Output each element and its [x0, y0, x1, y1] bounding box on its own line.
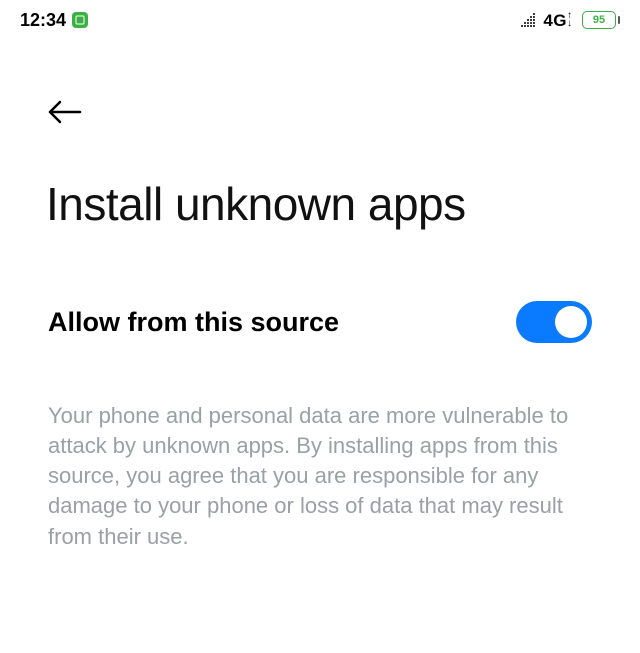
- status-bar: 12:34 4G↑↓ 95: [0, 0, 640, 40]
- setting-description: Your phone and personal data are more vu…: [0, 343, 640, 552]
- setting-row: Allow from this source: [0, 231, 640, 343]
- back-arrow-icon: [48, 100, 82, 124]
- battery-percent: 95: [582, 11, 616, 29]
- setting-label: Allow from this source: [48, 307, 339, 338]
- back-button[interactable]: [48, 95, 82, 129]
- battery-icon: 95: [582, 11, 620, 29]
- allow-toggle[interactable]: [516, 301, 592, 343]
- toggle-knob: [555, 306, 587, 338]
- network-label: 4G↑↓: [541, 10, 572, 31]
- status-time: 12:34: [20, 10, 66, 31]
- status-app-icon: [72, 12, 88, 28]
- signal-icon: [521, 13, 535, 27]
- page-title: Install unknown apps: [0, 129, 640, 231]
- status-right: 4G↑↓ 95: [517, 10, 620, 31]
- status-left: 12:34: [20, 10, 88, 31]
